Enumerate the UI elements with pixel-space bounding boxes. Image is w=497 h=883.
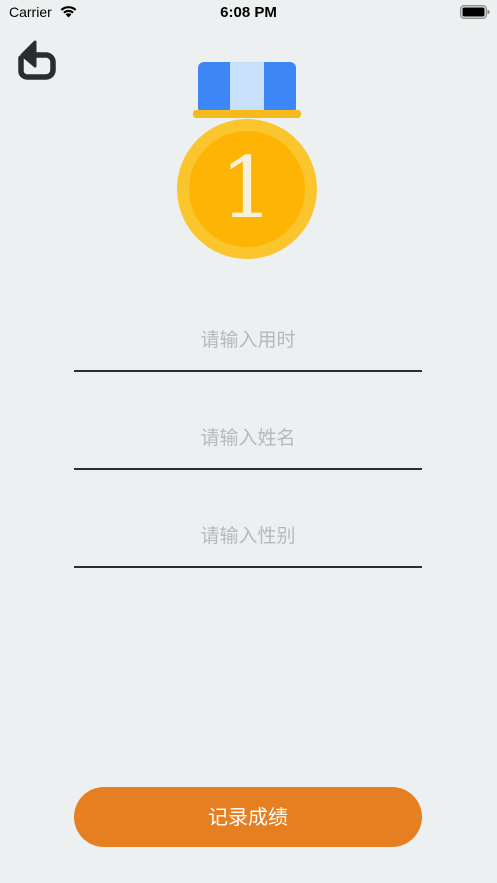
undo-arrow-icon [18, 40, 56, 80]
time-field-container [74, 310, 422, 372]
gender-input[interactable] [74, 506, 422, 566]
battery-icon [460, 5, 490, 19]
status-bar: Carrier 6:08 PM [0, 0, 497, 26]
name-field-container [74, 408, 422, 470]
time-input[interactable] [74, 310, 422, 370]
medal-rank-number: 1 [220, 139, 273, 237]
back-button[interactable] [12, 38, 60, 84]
gold-medal-icon: 1 [177, 62, 317, 259]
name-input[interactable] [74, 408, 422, 468]
record-score-button[interactable]: 记录成绩 [74, 787, 422, 847]
gender-field-container [74, 506, 422, 568]
clock: 6:08 PM [220, 4, 277, 21]
